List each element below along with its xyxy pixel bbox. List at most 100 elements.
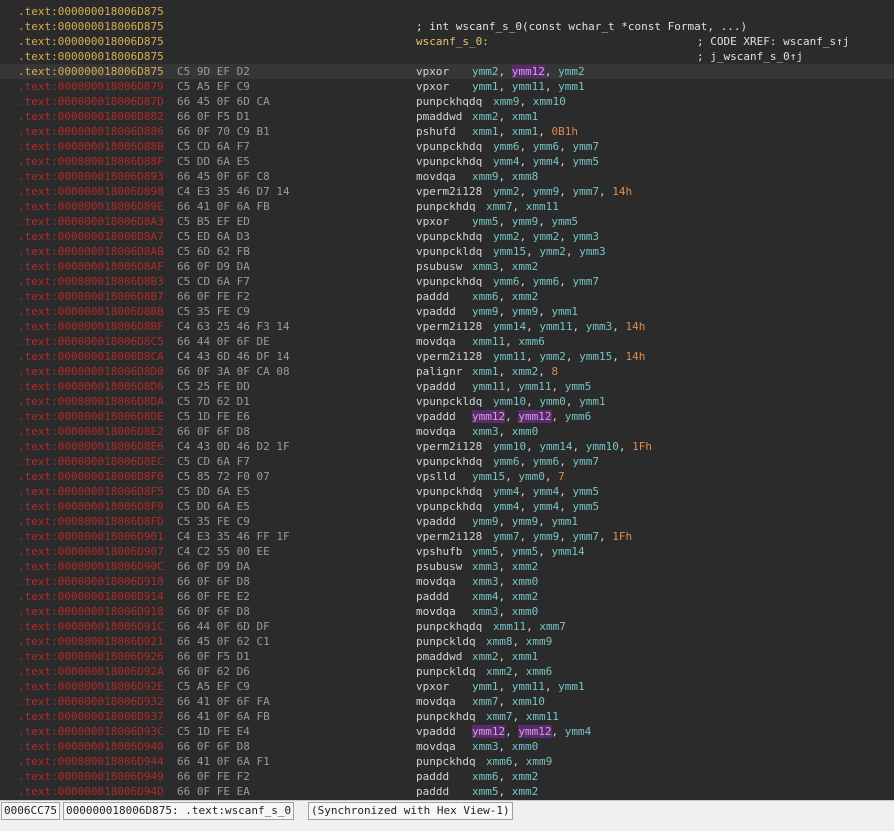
register[interactable]: xmm3 — [472, 575, 499, 588]
highlighted-register[interactable]: ymm12 — [518, 410, 552, 423]
register[interactable]: ymm2 — [472, 65, 499, 78]
listing-header-row[interactable]: .text:000000018006D875 ; int wscanf_s_0(c… — [0, 19, 894, 34]
address[interactable]: .text:000000018006D937 — [18, 709, 164, 724]
immediate-value[interactable]: 7 — [558, 470, 565, 483]
address[interactable]: .text:000000018006D875 — [18, 4, 164, 19]
mnemonic[interactable]: vpxor — [416, 679, 449, 694]
register[interactable]: xmm8 — [486, 635, 513, 648]
operands[interactable]: ymm15, ymm2, ymm3 — [493, 244, 606, 259]
mnemonic[interactable]: vpxor — [416, 79, 449, 94]
operands[interactable]: ymm14, ymm11, ymm3, 14h — [493, 319, 645, 334]
operands[interactable]: ymm6, ymm6, ymm7 — [493, 454, 599, 469]
mnemonic[interactable]: psubusw — [416, 259, 462, 274]
register[interactable]: ymm7 — [573, 455, 600, 468]
operands[interactable]: xmm5, xmm2 — [472, 784, 538, 799]
register[interactable]: xmm2 — [512, 365, 539, 378]
mnemonic[interactable]: movdqa — [416, 424, 456, 439]
register[interactable]: ymm7 — [573, 185, 600, 198]
register[interactable]: xmm1 — [472, 365, 499, 378]
register[interactable]: ymm9 — [512, 515, 539, 528]
mnemonic[interactable]: punpckhdq — [416, 754, 476, 769]
register[interactable]: xmm9 — [472, 170, 499, 183]
instruction-row[interactable]: .text:000000018006D921 66 45 0F 62 C1 punp… — [0, 634, 894, 649]
instruction-row[interactable]: .text:000000018006D918 66 0F 6F D8 movdqa x… — [0, 604, 894, 619]
register[interactable]: xmm6 — [472, 290, 499, 303]
register[interactable]: xmm7 — [539, 620, 566, 633]
mnemonic[interactable]: punpckldq — [416, 664, 476, 679]
operands[interactable]: ymm12, ymm12, ymm6 — [472, 409, 591, 424]
mnemonic[interactable]: pmaddwd — [416, 649, 462, 664]
register[interactable]: ymm2 — [493, 185, 520, 198]
address[interactable]: .text:000000018006D89E — [18, 199, 164, 214]
operands[interactable]: ymm4, ymm4, ymm5 — [493, 154, 599, 169]
register[interactable]: ymm5 — [573, 500, 600, 513]
instruction-row[interactable]: .text:000000018006D90C 66 0F D9 DA psubusw… — [0, 559, 894, 574]
address[interactable]: .text:000000018006D898 — [18, 184, 164, 199]
operands[interactable]: ymm10, ymm14, ymm10, 1Fh — [493, 439, 652, 454]
mnemonic[interactable]: paddd — [416, 289, 449, 304]
immediate-value[interactable]: 0B1h — [552, 125, 579, 138]
address[interactable]: .text:000000018006D875 — [18, 19, 164, 34]
register[interactable]: ymm15 — [472, 470, 505, 483]
register[interactable]: xmm11 — [493, 620, 526, 633]
address[interactable]: .text:000000018006D875 — [18, 49, 164, 64]
register[interactable]: ymm9 — [512, 215, 539, 228]
register[interactable]: xmm3 — [472, 740, 499, 753]
register[interactable]: ymm1 — [472, 80, 499, 93]
operands[interactable]: ymm4, ymm4, ymm5 — [493, 499, 599, 514]
address[interactable]: .text:000000018006D8E6 — [18, 439, 164, 454]
register[interactable]: xmm0 — [512, 575, 539, 588]
register[interactable]: ymm4 — [493, 500, 520, 513]
address[interactable]: .text:000000018006D8D6 — [18, 379, 164, 394]
operands[interactable]: xmm8, xmm9 — [486, 634, 552, 649]
instruction-row[interactable]: .text:000000018006D88B C5 CD 6A F7 vpunpck… — [0, 139, 894, 154]
instruction-row[interactable]: .text:000000018006D907 C4 C2 55 00 EE vpsh… — [0, 544, 894, 559]
mnemonic[interactable]: vpaddd — [416, 724, 456, 739]
instruction-row[interactable]: .text:000000018006D879 C5 A5 EF C9 vpxor ym… — [0, 79, 894, 94]
address[interactable]: .text:000000018006D8DA — [18, 394, 164, 409]
register[interactable]: ymm1 — [558, 80, 585, 93]
mnemonic[interactable]: movdqa — [416, 739, 456, 754]
instruction-row[interactable]: .text:000000018006D93C C5 1D FE E4 vpaddd y… — [0, 724, 894, 739]
mnemonic[interactable]: vpunpckhdq — [416, 139, 482, 154]
mnemonic[interactable]: vpxor — [416, 214, 449, 229]
operands[interactable]: xmm6, xmm2 — [472, 289, 538, 304]
register[interactable]: xmm6 — [526, 665, 553, 678]
register[interactable]: ymm5 — [472, 545, 499, 558]
register[interactable]: xmm3 — [472, 425, 499, 438]
register[interactable]: xmm2 — [486, 665, 513, 678]
address[interactable]: .text:000000018006D8F5 — [18, 484, 164, 499]
highlighted-register[interactable]: ymm12 — [511, 65, 545, 78]
instruction-row[interactable]: .text:000000018006D8F5 C5 DD 6A E5 vpunpck… — [0, 484, 894, 499]
immediate-value[interactable]: 8 — [552, 365, 559, 378]
operands[interactable]: xmm4, xmm2 — [472, 589, 538, 604]
register[interactable]: xmm0 — [512, 740, 539, 753]
register[interactable]: ymm5 — [472, 215, 499, 228]
operands[interactable]: ymm15, ymm0, 7 — [472, 469, 565, 484]
register[interactable]: ymm10 — [586, 440, 619, 453]
operands[interactable]: ymm9, ymm9, ymm1 — [472, 304, 578, 319]
operands[interactable]: xmm3, xmm0 — [472, 574, 538, 589]
register[interactable]: xmm6 — [486, 755, 513, 768]
mnemonic[interactable]: paddd — [416, 769, 449, 784]
mnemonic[interactable]: punpckhqdq — [416, 619, 482, 634]
mnemonic[interactable]: pshufd — [416, 124, 456, 139]
register[interactable]: xmm6 — [472, 770, 499, 783]
register[interactable]: ymm14 — [552, 545, 585, 558]
register[interactable]: ymm6 — [533, 140, 560, 153]
register[interactable]: ymm1 — [472, 680, 499, 693]
operands[interactable]: xmm3, xmm2 — [472, 559, 538, 574]
instruction-row[interactable]: .text:000000018006D886 66 0F 70 C9 B1 pshu… — [0, 124, 894, 139]
mnemonic[interactable]: vpslld — [416, 469, 456, 484]
operands[interactable]: xmm3, xmm0 — [472, 604, 538, 619]
mnemonic[interactable]: vperm2i128 — [416, 439, 482, 454]
highlighted-register[interactable]: ymm12 — [472, 725, 506, 738]
register[interactable]: ymm5 — [565, 380, 592, 393]
instruction-row[interactable]: .text:000000018006D944 66 41 0F 6A F1 punp… — [0, 754, 894, 769]
register[interactable]: xmm2 — [512, 260, 539, 273]
mnemonic[interactable]: movdqa — [416, 334, 456, 349]
immediate-value[interactable]: 1Fh — [632, 440, 652, 453]
register[interactable]: xmm0 — [512, 605, 539, 618]
address[interactable]: .text:000000018006D926 — [18, 649, 164, 664]
register[interactable]: ymm7 — [573, 140, 600, 153]
